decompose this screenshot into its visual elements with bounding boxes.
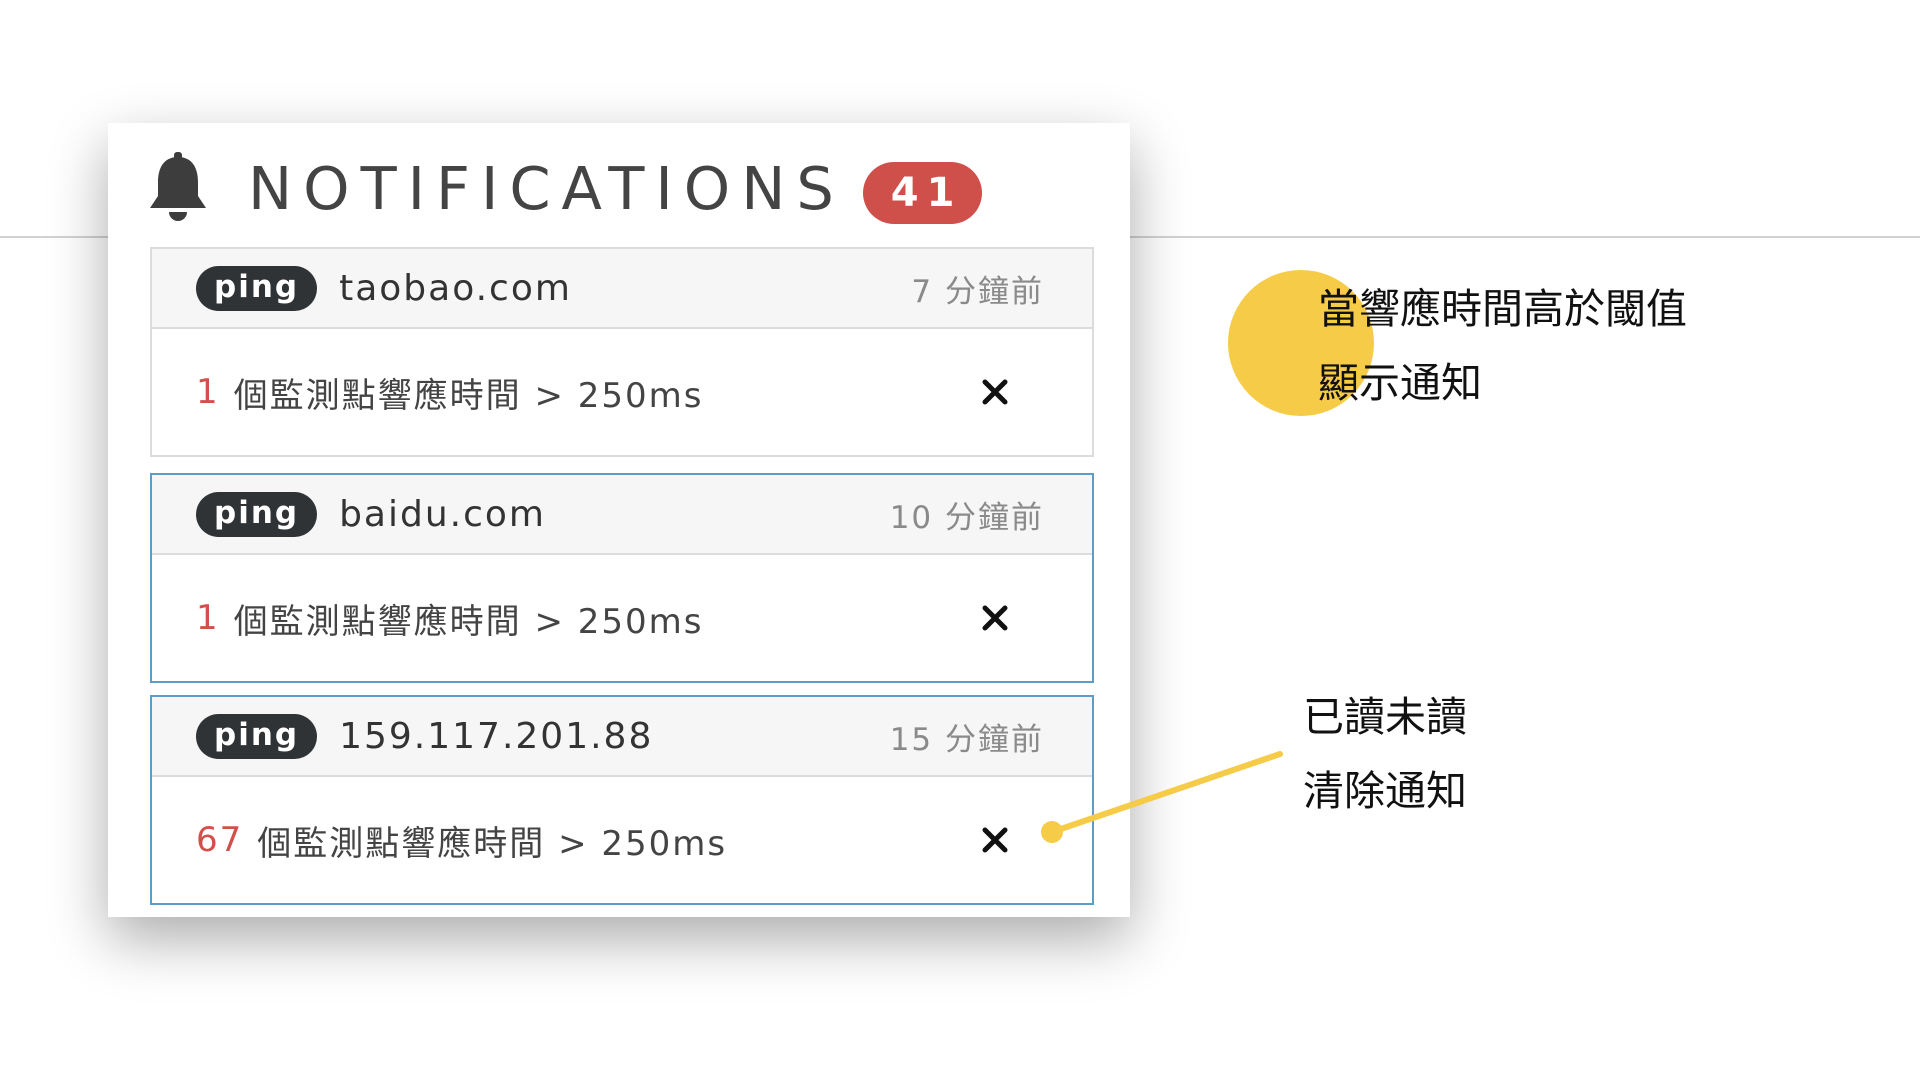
close-icon[interactable] xyxy=(982,605,1008,631)
notification-host: taobao.com xyxy=(339,267,572,309)
callout-clear-line1: 已讀未讀 xyxy=(1303,693,1467,741)
close-icon[interactable] xyxy=(982,379,1008,405)
panel-title: NOTIFICATIONS xyxy=(248,153,845,223)
callout-clear-line2: 清除通知 xyxy=(1303,767,1467,815)
notification-host: baidu.com xyxy=(339,493,546,535)
notification-body: 67 個監測點響應時間 > 250ms xyxy=(152,777,1092,903)
notification-header: ping 159.117.201.88 15 分鐘前 xyxy=(152,697,1092,777)
notification-time: 10 分鐘前 xyxy=(889,499,1044,536)
notification-count: 1 xyxy=(196,372,220,412)
notification-card-2[interactable]: ping baidu.com 10 分鐘前 1 個監測點響應時間 > 250ms xyxy=(150,473,1094,683)
notification-message: 個監測點響應時間 > 250ms xyxy=(233,375,704,416)
notification-body: 1 個監測點響應時間 > 250ms xyxy=(152,329,1092,455)
notification-time: 15 分鐘前 xyxy=(889,721,1044,758)
callout-threshold: 當響應時間高於閾值 顯示通知 xyxy=(1318,272,1687,420)
notification-time: 7 分鐘前 xyxy=(911,273,1044,310)
callout-threshold-line1: 當響應時間高於閾值 xyxy=(1318,285,1687,333)
notifications-panel: NOTIFICATIONS 41 ping taobao.com 7 分鐘前 1… xyxy=(108,123,1130,917)
notification-body: 1 個監測點響應時間 > 250ms xyxy=(152,555,1092,681)
notification-header: ping taobao.com 7 分鐘前 xyxy=(152,249,1092,329)
bell-icon xyxy=(150,152,206,221)
notification-type-tag: ping xyxy=(196,491,318,537)
notification-count-badge: 41 xyxy=(862,162,983,224)
panel-header: NOTIFICATIONS 41 xyxy=(148,148,983,228)
close-icon[interactable] xyxy=(982,827,1008,853)
notification-card-1[interactable]: ping taobao.com 7 分鐘前 1 個監測點響應時間 > 250ms xyxy=(150,247,1094,457)
callout-threshold-line2: 顯示通知 xyxy=(1318,359,1482,407)
notification-type-tag: ping xyxy=(196,713,318,759)
notification-card-3[interactable]: ping 159.117.201.88 15 分鐘前 67 個監測點響應時間 >… xyxy=(150,695,1094,905)
callout-clear: 已讀未讀 清除通知 xyxy=(1303,680,1467,828)
notification-message: 個監測點響應時間 > 250ms xyxy=(233,601,704,642)
notification-message: 個監測點響應時間 > 250ms xyxy=(257,823,728,864)
notification-type-tag: ping xyxy=(196,265,318,311)
notification-count: 67 xyxy=(196,820,244,860)
notification-header: ping baidu.com 10 分鐘前 xyxy=(152,475,1092,555)
notification-host: 159.117.201.88 xyxy=(339,715,654,757)
notification-count: 1 xyxy=(196,598,220,638)
